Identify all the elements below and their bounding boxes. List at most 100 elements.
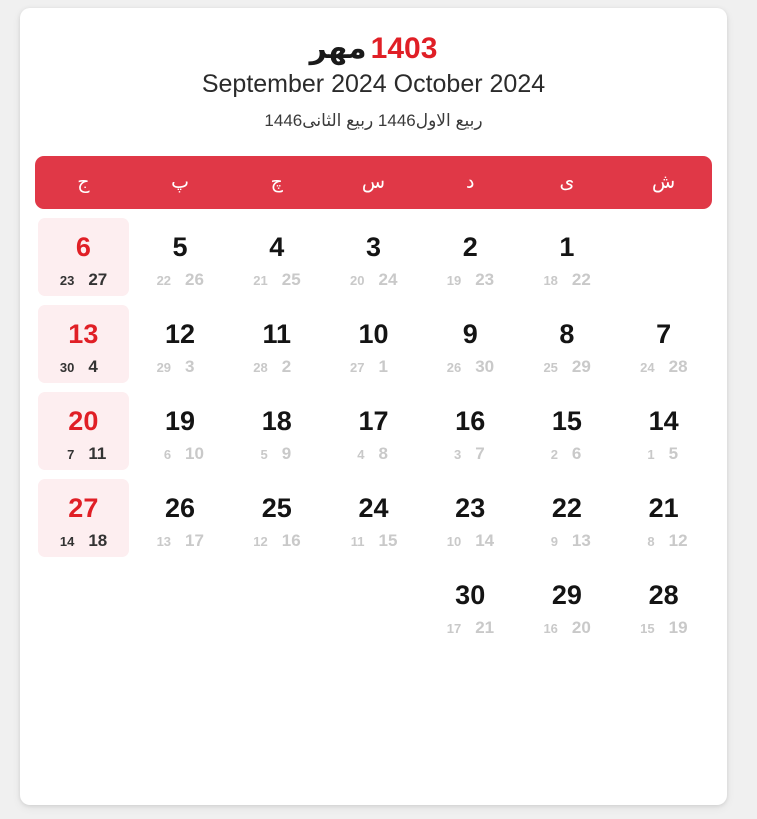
calendar-day-cell[interactable]: 25 12 16: [228, 479, 325, 566]
calendar-day-cell[interactable]: 10 27 1: [325, 305, 422, 392]
calendar-week-row: 1 18 22 2 19 23 3 20 24 4 21 25 5 22 26 6 23 27: [35, 218, 712, 305]
gregorian-day-number: 21: [475, 618, 495, 637]
calendar-day-cell[interactable]: 13 30 4: [35, 305, 132, 392]
sub-date-group: 15: [615, 444, 712, 464]
sub-date-group: 9 13: [519, 531, 616, 551]
calendar-grid: 1 18 22 2 19 23 3 20 24 4 21 25 5 22 26 6 23 27 7 24 28 8 25 29…: [35, 218, 712, 653]
sub-date-group: 30 4: [35, 357, 132, 377]
hijri-day-number: 25: [543, 360, 558, 375]
gregorian-day-number: 8: [378, 444, 388, 463]
sub-date-group: 21 25: [228, 270, 325, 290]
gregorian-day-number: 9: [281, 444, 292, 463]
day-number: 28: [648, 580, 679, 610]
hijri-day-number: 14: [59, 534, 75, 549]
sub-date-group: 11 15: [325, 531, 422, 551]
calendar-day-cell[interactable]: 12 29 3: [132, 305, 229, 392]
calendar-day-cell[interactable]: 23 10 14: [422, 479, 519, 566]
hijri-day-number: 23: [59, 273, 75, 288]
calendar-day-cell[interactable]: 8 25 29: [519, 305, 616, 392]
sub-date-group: 27 1: [325, 357, 422, 377]
sub-date-group: 16 20: [519, 618, 616, 638]
calendar-day-cell[interactable]: 22 9 13: [519, 479, 616, 566]
sub-date-group: 6 10: [132, 444, 229, 464]
gregorian-day-number: 2: [281, 357, 292, 376]
calendar-day-cell[interactable]: 1 18 22: [519, 218, 616, 305]
day-number: 3: [365, 232, 381, 262]
weekday-header-chaharshanbeh: چ: [270, 172, 283, 193]
hijri-day-number: 18: [543, 273, 558, 288]
calendar-day-cell[interactable]: 28 15 19: [615, 566, 712, 653]
day-number: 1: [559, 232, 575, 262]
weekday-header-panjshanbeh: پ: [171, 172, 189, 193]
day-number: 27: [68, 493, 99, 523]
calendar-day-cell[interactable]: 14 1 5: [615, 392, 712, 479]
calendar-day-cell[interactable]: 19 6 10: [132, 392, 229, 479]
sub-date-group: 26 30: [422, 357, 519, 377]
day-number: 8: [559, 319, 575, 349]
gregorian-day-number: 29: [571, 357, 591, 376]
hijri-day-number: 9: [550, 534, 558, 549]
calendar-day-cell[interactable]: 26 13 17: [132, 479, 229, 566]
calendar-day-cell[interactable]: 16 3 7: [422, 392, 519, 479]
calendar-day-cell[interactable]: 17 4 8: [325, 392, 422, 479]
calendar-day-cell[interactable]: 6 23 27: [35, 218, 132, 305]
day-number: 5: [172, 232, 188, 262]
hijri-day-number: 6: [163, 447, 172, 462]
calendar-week-row: 14 1 5 15 2 6 16 3 7 17 4 8 18 5 9 19 6 10 20 7 11: [35, 392, 712, 479]
hijri-months-label: ربیع الاول1446 ربیع الثانی1446: [264, 111, 483, 130]
gregorian-day-number: 25: [281, 270, 301, 289]
gregorian-day-number: 5: [668, 444, 679, 463]
calendar-day-cell[interactable]: 4 21 25: [228, 218, 325, 305]
day-number: 6: [75, 232, 91, 262]
day-number: 23: [455, 493, 486, 523]
gregorian-day-number: 27: [88, 270, 108, 289]
calendar-day-cell[interactable]: 11 28 2: [228, 305, 325, 392]
calendar-day-cell[interactable]: 3 20 24: [325, 218, 422, 305]
day-number: 25: [261, 493, 292, 523]
hijri-day-number: 16: [543, 621, 558, 636]
weekday-header-shanbeh: ش: [652, 172, 676, 193]
sub-date-group: 24 28: [615, 357, 712, 377]
calendar-week-row: 21 8 12 22 9 13 23 10 14 24 11 15 25 12 16 26 13 17 27 14 18: [35, 479, 712, 566]
day-number: 20: [68, 406, 99, 436]
calendar-day-cell[interactable]: 21 8 12: [615, 479, 712, 566]
sub-date-group: 18 22: [519, 270, 616, 290]
calendar-day-cell[interactable]: 7 24 28: [615, 305, 712, 392]
hijri-day-number: 20: [350, 273, 365, 288]
day-number: 11: [262, 319, 292, 349]
persian-month-year-title: 1403مهر: [20, 32, 727, 66]
sub-date-group: 59: [228, 444, 325, 464]
calendar-day-cell[interactable]: 9 26 30: [422, 305, 519, 392]
sub-date-group: 17 21: [422, 618, 519, 638]
calendar-week-row: 28 15 19 29 16 20 30 17 21: [35, 566, 712, 653]
calendar-day-cell[interactable]: 27 14 18: [35, 479, 132, 566]
calendar-day-cell[interactable]: 15 2 6: [519, 392, 616, 479]
calendar-day-cell[interactable]: 30 17 21: [422, 566, 519, 653]
weekday-header-bar: ش ی د س چ پ ج: [35, 156, 712, 209]
day-number: 18: [261, 406, 292, 436]
day-number: 9: [462, 319, 478, 349]
day-number: 2: [462, 232, 478, 262]
sub-date-group: 13 17: [132, 531, 229, 551]
hijri-day-number: 2: [550, 447, 558, 462]
calendar-day-cell[interactable]: 18 5 9: [228, 392, 325, 479]
gregorian-day-number: 6: [571, 444, 582, 463]
calendar-day-cell[interactable]: 20 7 11: [35, 392, 132, 479]
hijri-day-number: 21: [253, 273, 268, 288]
sub-date-group: 12 16: [228, 531, 325, 551]
sub-date-group: 19 23: [422, 270, 519, 290]
calendar-day-cell[interactable]: 29 16 20: [519, 566, 616, 653]
calendar-header: 1403مهر September 2024 October 2024 ربیع…: [20, 8, 727, 132]
hijri-day-number: 19: [446, 273, 462, 288]
sub-date-group: 48: [325, 444, 422, 464]
sub-date-group: 28 2: [228, 357, 325, 377]
calendar-day-cell[interactable]: 5 22 26: [132, 218, 229, 305]
day-number: 7: [656, 319, 672, 349]
gregorian-day-number: 23: [475, 270, 495, 289]
gregorian-day-number: 17: [185, 531, 204, 550]
calendar-day-cell[interactable]: 2 19 23: [422, 218, 519, 305]
gregorian-day-number: 19: [668, 618, 688, 637]
day-number: 21: [648, 493, 679, 523]
sub-date-group: 15 19: [615, 618, 712, 638]
calendar-day-cell[interactable]: 24 11 15: [325, 479, 422, 566]
